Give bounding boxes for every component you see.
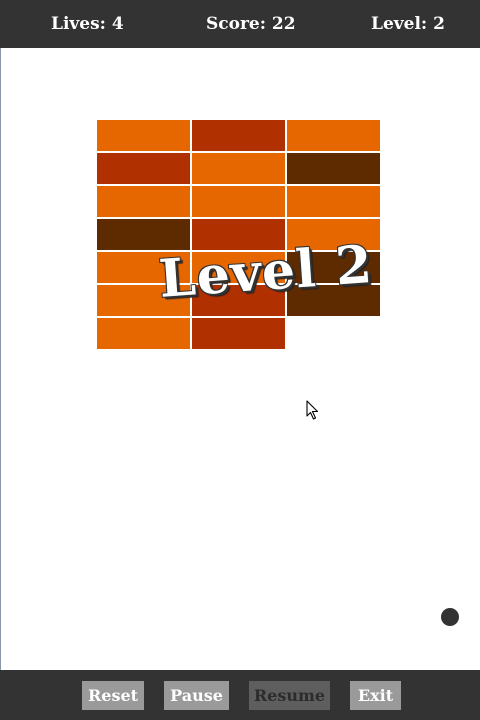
brick [192, 318, 285, 349]
brick [97, 153, 190, 184]
reset-button[interactable]: Reset [82, 681, 144, 710]
brick [97, 186, 190, 217]
pause-button[interactable]: Pause [164, 681, 229, 710]
brick [287, 186, 380, 217]
brick [287, 153, 380, 184]
brick [97, 318, 190, 349]
lives-counter: Lives: 4 [51, 14, 124, 34]
game-field[interactable]: Level 2 [0, 48, 480, 702]
brick [192, 153, 285, 184]
brick [97, 120, 190, 151]
ball [441, 608, 459, 626]
resume-button: Resume [249, 681, 330, 710]
score-counter: Score: 22 [206, 14, 296, 34]
exit-button[interactable]: Exit [350, 681, 401, 710]
control-bar: Reset Pause Resume Exit [0, 670, 480, 720]
brick [192, 120, 285, 151]
mouse-cursor-icon [306, 400, 319, 420]
brick [287, 120, 380, 151]
brick [192, 186, 285, 217]
brick [97, 219, 190, 250]
level-indicator: Level: 2 [371, 14, 445, 34]
game-hud: Lives: 4 Score: 22 Level: 2 [0, 0, 480, 48]
